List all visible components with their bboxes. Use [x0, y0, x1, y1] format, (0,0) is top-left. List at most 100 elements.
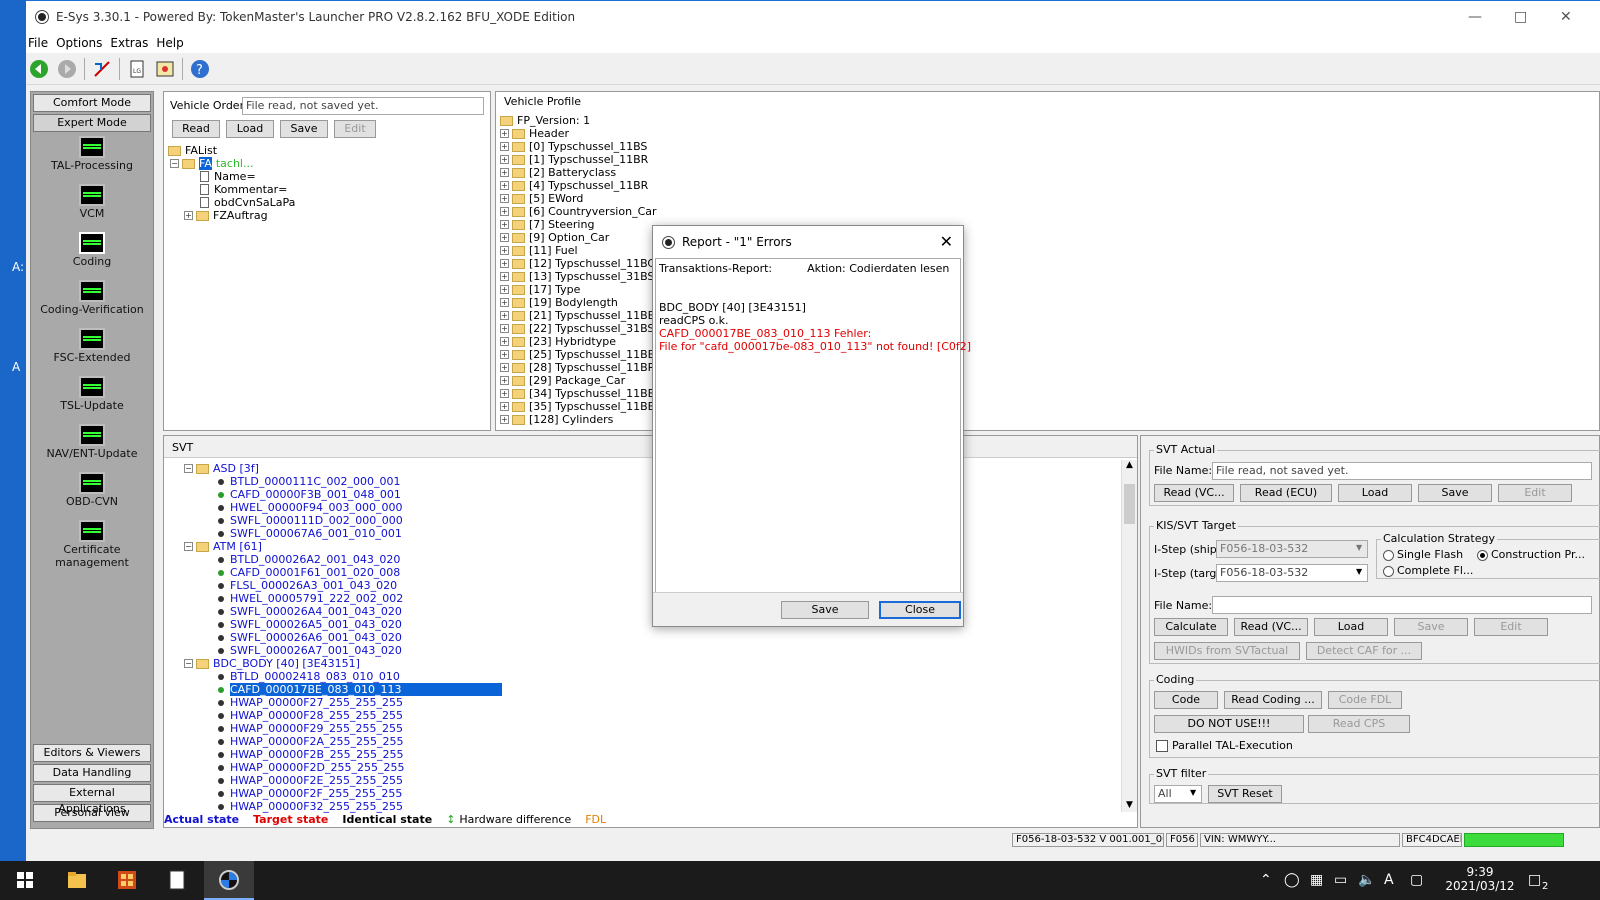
kis-file-field[interactable]: [1212, 596, 1592, 614]
kis-load-button[interactable]: Load: [1314, 618, 1388, 636]
expand-icon[interactable]: +: [500, 220, 509, 229]
vehicle-order-field[interactable]: File read, not saved yet.: [242, 97, 484, 115]
detect-caf-button[interactable]: Detect CAF for ...: [1306, 642, 1422, 660]
do-not-use-button[interactable]: DO NOT USE!!!: [1154, 715, 1304, 733]
svt-sgbm-item[interactable]: CAFD_000017BE_083_010_113: [184, 683, 502, 696]
clock[interactable]: 9:39 2021/03/12: [1440, 865, 1520, 893]
collapse-icon[interactable]: −: [184, 464, 193, 473]
expand-icon[interactable]: +: [500, 350, 509, 359]
svt-sgbm-item[interactable]: SWFL_000067A6_001_010_001: [184, 527, 502, 540]
sidebar-item-obd-cvn[interactable]: OBD-CVN: [31, 472, 153, 516]
data-handling-button[interactable]: Data Handling: [33, 764, 151, 782]
tree-node-profile-item[interactable]: + [2] Batteryclass: [500, 166, 657, 179]
sidebar-item-nav-ent-update[interactable]: NAV/ENT-Update: [31, 424, 153, 468]
svt-load-button[interactable]: Load: [1338, 484, 1412, 502]
expand-icon[interactable]: +: [500, 142, 509, 151]
menu-extras[interactable]: Extras: [110, 36, 154, 50]
external-applications-button[interactable]: External Applications: [33, 784, 151, 815]
parallel-tal-checkbox[interactable]: Parallel TAL-Execution: [1156, 739, 1293, 752]
tree-node-profile-item[interactable]: + [13] Typschussel_31BS: [500, 270, 657, 283]
tree-node-fp-version[interactable]: FP_Version: 1: [500, 114, 657, 127]
scroll-down-icon[interactable]: ▼: [1122, 800, 1137, 810]
svt-actual-file-field[interactable]: File read, not saved yet.: [1212, 462, 1592, 480]
svt-sgbm-item[interactable]: BTLD_00002418_083_010_010: [184, 670, 502, 683]
svt-ecu-node[interactable]: − ASD [3f]: [184, 462, 502, 475]
calculate-button[interactable]: Calculate: [1154, 618, 1228, 636]
code-button[interactable]: Code: [1154, 691, 1218, 709]
kis-read-vcm-button[interactable]: Read (VC...: [1234, 618, 1308, 636]
svt-sgbm-item[interactable]: HWEL_00005791_222_002_002: [184, 592, 502, 605]
menu-help[interactable]: Help: [156, 36, 189, 50]
tree-node-fa[interactable]: − FA tachl...: [168, 157, 295, 170]
svt-save-button[interactable]: Save: [1418, 484, 1492, 502]
tree-node-profile-item[interactable]: + [25] Typschussel_11BB: [500, 348, 657, 361]
chevron-down-icon[interactable]: ▼: [1190, 788, 1196, 797]
hwids-button[interactable]: HWIDs from SVTactual: [1154, 642, 1300, 660]
kis-edit-button[interactable]: Edit: [1474, 618, 1548, 636]
ime-mode-icon[interactable]: A: [1384, 872, 1394, 888]
notification-icon[interactable]: □: [1528, 872, 1541, 888]
svt-sgbm-item[interactable]: BTLD_000026A2_001_043_020: [184, 553, 502, 566]
svt-sgbm-item[interactable]: SWFL_000026A5_001_043_020: [184, 618, 502, 631]
expand-icon[interactable]: +: [500, 181, 509, 190]
menu-file[interactable]: File: [28, 36, 54, 50]
expand-icon[interactable]: +: [500, 194, 509, 203]
tree-node-profile-item[interactable]: + [17] Type: [500, 283, 657, 296]
sidebar-item-coding-verification[interactable]: Coding-Verification: [31, 280, 153, 324]
collapse-icon[interactable]: −: [170, 159, 179, 168]
tree-node-profile-item[interactable]: + [4] Typschussel_11BR: [500, 179, 657, 192]
svt-sgbm-item[interactable]: CAFD_00000F3B_001_048_001: [184, 488, 502, 501]
battery-icon[interactable]: ▭: [1334, 872, 1347, 888]
tree-node-profile-item[interactable]: + [9] Option_Car: [500, 231, 657, 244]
tree-node-profile-item[interactable]: + [29] Package_Car: [500, 374, 657, 387]
read-ecu-button[interactable]: Read (ECU): [1240, 484, 1332, 502]
tree-node-profile-item[interactable]: + [28] Typschussel_11BR: [500, 361, 657, 374]
vo-edit-button[interactable]: Edit: [334, 120, 376, 138]
svt-reset-button[interactable]: SVT Reset: [1208, 785, 1282, 803]
expand-icon[interactable]: +: [500, 246, 509, 255]
help-icon[interactable]: ?: [189, 58, 211, 80]
svt-sgbm-item[interactable]: HWAP_00000F2F_255_255_255: [184, 787, 502, 800]
svt-sgbm-item[interactable]: HWAP_00000F2D_255_255_255: [184, 761, 502, 774]
expand-icon[interactable]: +: [500, 311, 509, 320]
svt-sgbm-item[interactable]: SWFL_000026A4_001_043_020: [184, 605, 502, 618]
read-cps-button[interactable]: Read CPS: [1308, 715, 1410, 733]
expand-icon[interactable]: +: [500, 298, 509, 307]
esys-taskbar-icon[interactable]: [218, 869, 240, 891]
tree-node-profile-item[interactable]: + [0] Typschussel_11BS: [500, 140, 657, 153]
radio-construction[interactable]: Construction Pr...: [1477, 548, 1585, 561]
expand-icon[interactable]: +: [500, 337, 509, 346]
close-icon[interactable]: ✕: [940, 232, 953, 251]
expand-icon[interactable]: +: [500, 129, 509, 138]
expand-icon[interactable]: +: [500, 155, 509, 164]
dialog-save-button[interactable]: Save: [781, 601, 869, 619]
scroll-thumb[interactable]: [1124, 484, 1135, 524]
ime-toggle-icon[interactable]: ▢: [1410, 872, 1423, 888]
scroll-up-icon[interactable]: ▲: [1122, 460, 1137, 470]
expand-icon[interactable]: +: [500, 168, 509, 177]
expand-icon[interactable]: +: [500, 363, 509, 372]
svt-edit-button[interactable]: Edit: [1498, 484, 1572, 502]
editors-viewers-button[interactable]: Editors & Viewers: [33, 744, 151, 762]
svt-sgbm-item[interactable]: FLSL_000026A3_001_043_020: [184, 579, 502, 592]
istep-ship-select[interactable]: F056-18-03-532: [1216, 540, 1368, 558]
svt-sgbm-item[interactable]: HWAP_00000F2E_255_255_255: [184, 774, 502, 787]
expand-icon[interactable]: +: [500, 233, 509, 242]
tree-node-profile-item[interactable]: + [12] Typschussel_11BC: [500, 257, 657, 270]
collapse-icon[interactable]: −: [184, 542, 193, 551]
tree-node-profile-item[interactable]: + [6] Countryversion_Car: [500, 205, 657, 218]
svt-sgbm-item[interactable]: BTLD_0000111C_002_000_001: [184, 475, 502, 488]
tree-node-profile-item[interactable]: + [1] Typschussel_11BR: [500, 153, 657, 166]
maximize-icon[interactable]: □: [1514, 9, 1527, 25]
tree-node-name[interactable]: Name=: [168, 170, 295, 183]
tree-node-profile-item[interactable]: + [23] Hybridtype: [500, 335, 657, 348]
notepad-icon[interactable]: [166, 869, 188, 891]
chevron-down-icon[interactable]: ▼: [1356, 567, 1362, 576]
sidebar-item-vcm[interactable]: VCM: [31, 184, 153, 228]
tree-node-profile-item[interactable]: + [22] Typschussel_31BS: [500, 322, 657, 335]
close-window-icon[interactable]: ✕: [1560, 9, 1572, 25]
back-icon[interactable]: [28, 58, 50, 80]
kis-save-button[interactable]: Save: [1394, 618, 1468, 636]
sidebar-item-certificate-management[interactable]: Certificate management: [31, 520, 153, 569]
network-globe-icon[interactable]: ◯: [1284, 872, 1300, 888]
